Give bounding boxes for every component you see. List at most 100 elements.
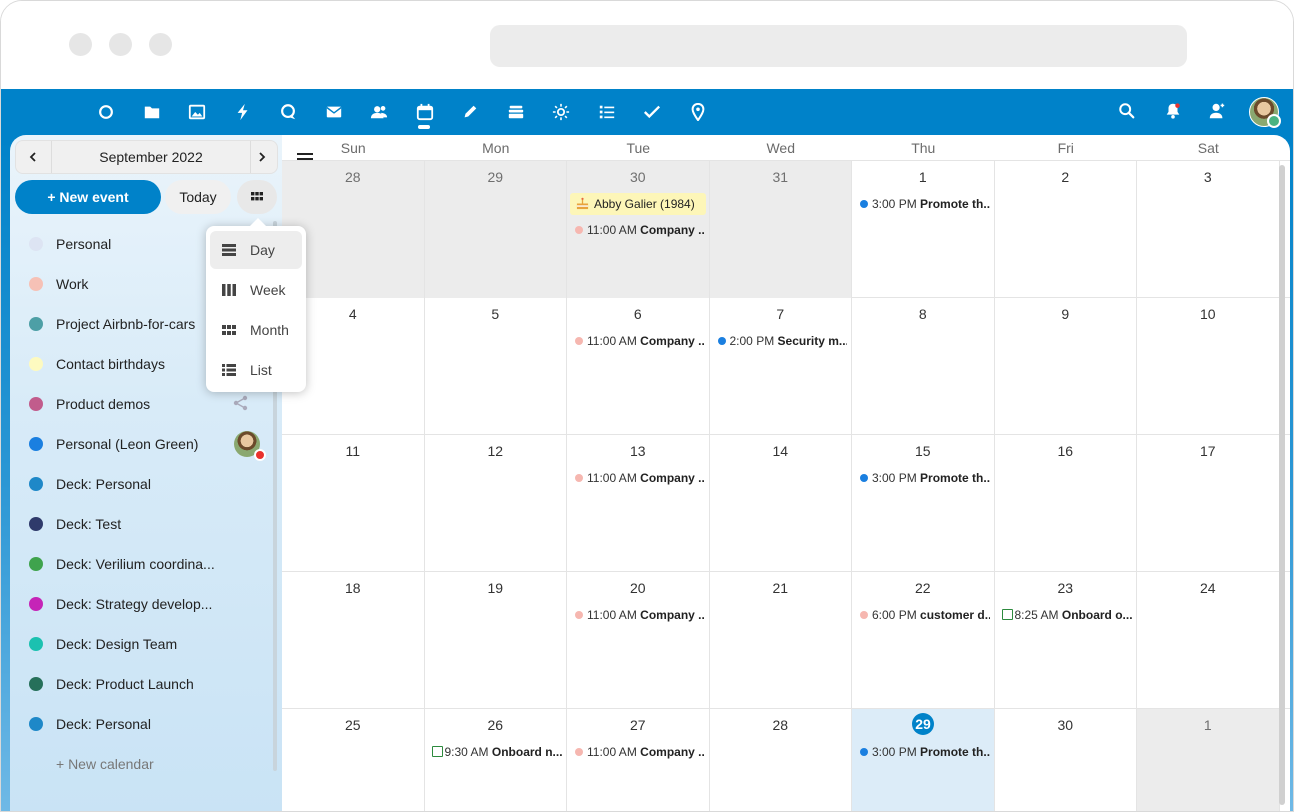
next-month-button[interactable] xyxy=(245,141,279,173)
day-cell[interactable]: 24 xyxy=(1137,572,1280,709)
day-number[interactable]: 3 xyxy=(1137,169,1279,187)
day-number[interactable]: 8 xyxy=(852,306,994,324)
task-event[interactable]: 9:30 AM Onboard n... xyxy=(429,741,562,763)
calendar-color-dot[interactable] xyxy=(29,317,43,331)
day-cell[interactable]: 14 xyxy=(710,435,852,572)
day-cell[interactable]: 31 xyxy=(709,161,852,298)
calendar-event[interactable]: 3:00 PM Promote th... xyxy=(856,741,990,763)
contacts-icon[interactable] xyxy=(364,97,394,127)
day-cell[interactable]: 6 11:00 AM Company ... xyxy=(567,298,710,435)
day-number[interactable]: 16 xyxy=(995,443,1137,461)
calendar-color-dot[interactable] xyxy=(29,437,43,451)
calendar-color-dot[interactable] xyxy=(29,637,43,651)
day-number[interactable]: 5 xyxy=(425,306,567,324)
day-number[interactable]: 24 xyxy=(1137,580,1279,598)
day-cell[interactable]: 19 xyxy=(425,572,567,709)
new-calendar-button[interactable]: + New calendar xyxy=(56,755,154,773)
day-cell[interactable]: 28 xyxy=(710,709,852,811)
search-icon[interactable] xyxy=(1113,97,1141,125)
calendar-color-dot[interactable] xyxy=(29,397,43,411)
calendar-color-dot[interactable] xyxy=(29,277,43,291)
deck-icon[interactable] xyxy=(501,97,531,127)
today-day-number[interactable]: 29 xyxy=(912,713,934,735)
window-maximize-dot[interactable] xyxy=(149,33,172,56)
day-number[interactable]: 28 xyxy=(282,169,424,187)
prev-month-button[interactable] xyxy=(16,141,50,173)
day-cell[interactable]: 13 11:00 AM Company ... xyxy=(567,435,710,572)
day-cell[interactable]: 9 xyxy=(995,298,1137,435)
day-number[interactable]: 7 xyxy=(710,306,852,324)
task-checkbox-icon[interactable] xyxy=(1001,609,1013,620)
day-cell[interactable]: 8 xyxy=(852,298,995,435)
calendar-event[interactable]: 2:00 PM Security m... xyxy=(714,330,847,352)
calendar-color-dot[interactable] xyxy=(29,717,43,731)
calendar-color-dot[interactable] xyxy=(29,517,43,531)
day-number[interactable]: 30 xyxy=(995,717,1137,735)
day-number[interactable]: 13 xyxy=(567,443,709,461)
calendar-event[interactable]: 11:00 AM Company ... xyxy=(571,741,705,763)
month-label[interactable]: September 2022 xyxy=(52,141,250,173)
day-cell[interactable]: 29 xyxy=(424,161,567,298)
calendar-event[interactable]: 11:00 AM Company ... xyxy=(571,219,705,241)
day-number[interactable]: 11 xyxy=(282,443,424,461)
day-cell[interactable]: 30 xyxy=(995,709,1137,811)
day-number[interactable]: 18 xyxy=(282,580,424,598)
calendar-color-dot[interactable] xyxy=(29,477,43,491)
view-option-month[interactable]: Month xyxy=(210,311,302,349)
day-number[interactable]: 20 xyxy=(567,580,709,598)
photos-icon[interactable] xyxy=(182,97,212,127)
day-number[interactable]: 28 xyxy=(710,717,852,735)
view-option-day[interactable]: Day xyxy=(210,231,302,269)
day-cell[interactable]: 25 xyxy=(282,709,425,811)
day-cell[interactable]: 12 xyxy=(425,435,567,572)
day-cell[interactable]: 23 8:25 AM Onboard o... xyxy=(995,572,1137,709)
calendar-event[interactable]: 3:00 PM Promote th... xyxy=(856,193,990,215)
day-cell[interactable]: 27 11:00 AM Company ... xyxy=(567,709,710,811)
talk-icon[interactable] xyxy=(273,97,303,127)
day-cell[interactable]: 7 2:00 PM Security m... xyxy=(710,298,852,435)
files-icon[interactable] xyxy=(137,97,167,127)
day-cell[interactable]: 1 xyxy=(1137,709,1280,811)
share-icon[interactable] xyxy=(232,394,250,412)
day-number[interactable]: 10 xyxy=(1137,306,1279,324)
day-number[interactable]: 22 xyxy=(852,580,994,598)
window-minimize-dot[interactable] xyxy=(109,33,132,56)
view-option-list[interactable]: List xyxy=(210,351,302,389)
day-number[interactable]: 14 xyxy=(710,443,852,461)
task-checkbox-icon[interactable] xyxy=(431,746,443,757)
day-number[interactable]: 23 xyxy=(995,580,1137,598)
calendar-event[interactable]: 11:00 AM Company ... xyxy=(571,330,705,352)
day-cell[interactable]: 22 6:00 PM customer d... xyxy=(852,572,995,709)
address-bar[interactable] xyxy=(490,25,1187,67)
calendar-item[interactable]: Deck: Product Launch xyxy=(10,664,282,704)
calendar-color-dot[interactable] xyxy=(29,557,43,571)
day-number[interactable]: 17 xyxy=(1137,443,1279,461)
day-cell[interactable]: 30 Abby Galier (1984) 11:00 AM Company ... xyxy=(567,161,710,298)
day-cell[interactable]: 15 3:00 PM Promote th... xyxy=(852,435,995,572)
mail-icon[interactable] xyxy=(319,97,349,127)
notifications-icon[interactable] xyxy=(1159,97,1187,125)
day-cell[interactable]: 2 xyxy=(995,161,1137,298)
day-number[interactable]: 1 xyxy=(852,169,994,187)
new-event-button[interactable]: + New event xyxy=(15,180,161,214)
day-cell[interactable]: 3 xyxy=(1137,161,1280,298)
maps-icon[interactable] xyxy=(683,97,713,127)
window-close-dot[interactable] xyxy=(69,33,92,56)
activity-icon[interactable] xyxy=(228,97,258,127)
calendar-color-dot[interactable] xyxy=(29,597,43,611)
calendar-event[interactable]: 11:00 AM Company ... xyxy=(571,467,705,489)
day-number[interactable]: 19 xyxy=(425,580,567,598)
day-cell[interactable]: 11 xyxy=(282,435,425,572)
calendar-item[interactable]: Deck: Verilium coordina... xyxy=(10,544,282,584)
day-number[interactable]: 29 xyxy=(425,169,567,187)
grid-scrollbar[interactable] xyxy=(1279,165,1285,805)
dashboard-icon[interactable] xyxy=(91,97,121,127)
calendar-item[interactable]: Deck: Personal xyxy=(10,464,282,504)
day-cell[interactable]: 20 11:00 AM Company ... xyxy=(567,572,710,709)
day-cell[interactable]: 21 xyxy=(710,572,852,709)
day-number[interactable]: 30 xyxy=(567,169,709,187)
day-cell[interactable]: 5 xyxy=(425,298,567,435)
calendar-item[interactable]: Deck: Personal xyxy=(10,704,282,744)
day-cell[interactable]: 16 xyxy=(995,435,1137,572)
view-switcher-button[interactable] xyxy=(237,180,277,214)
